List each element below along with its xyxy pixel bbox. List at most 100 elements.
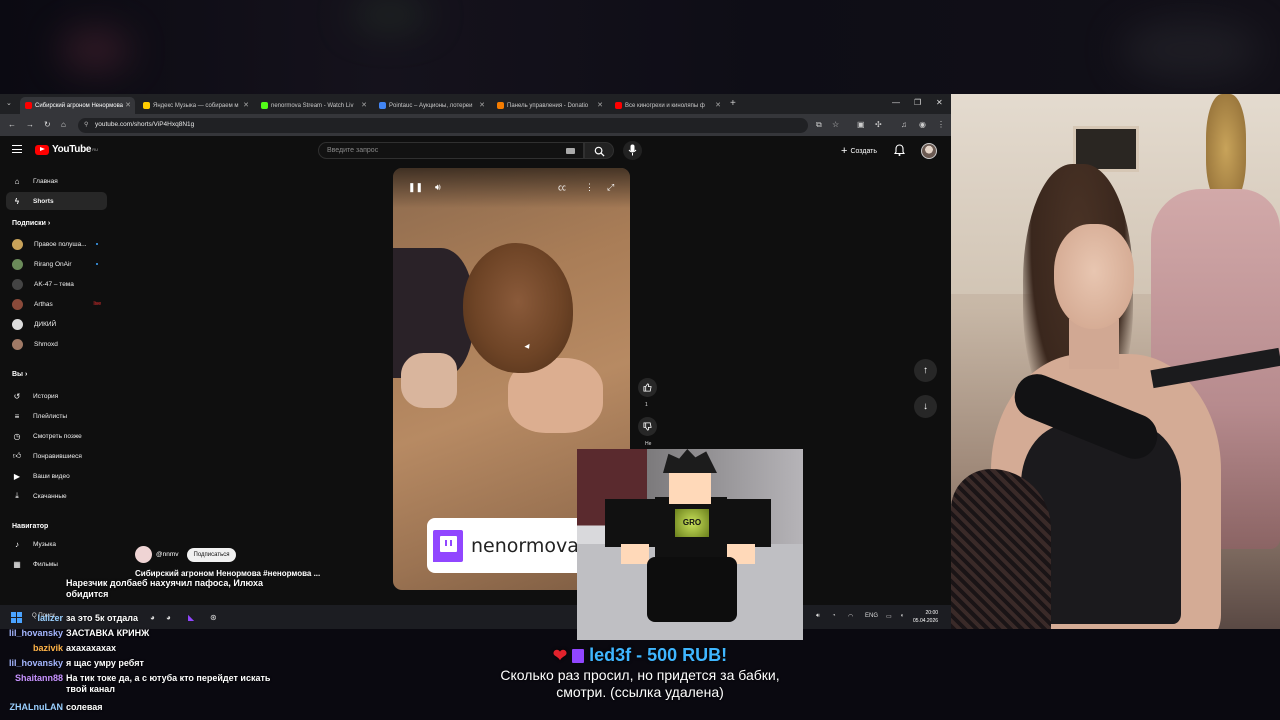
extension-icon[interactable]: ▣ [857, 120, 865, 129]
youtube-play-icon [35, 144, 49, 155]
close-tab-icon[interactable]: ✕ [479, 101, 485, 109]
home-icon[interactable]: ⌂ [61, 120, 66, 129]
more-options-icon[interactable]: ⋮ [585, 182, 594, 193]
sidebar-item-watch-later[interactable]: ◷ Смотреть позже [6, 427, 107, 445]
pause-icon[interactable]: ❚❚ [408, 182, 423, 193]
taskbar-clock[interactable]: 20:00 05.04.2026 [913, 609, 938, 625]
kebab-menu-icon[interactable]: ⋮ [937, 120, 945, 129]
wifi-tray-icon[interactable]: ◠ [848, 613, 853, 620]
new-content-dot [96, 243, 98, 245]
video-content [463, 243, 573, 373]
sidebar-item-home[interactable]: ⌂ Главная [6, 172, 107, 190]
site-info-icon[interactable]: ⚲ [84, 121, 88, 128]
tab-5[interactable]: Все киногрехи и киноляпы ф ✕ [610, 97, 725, 114]
like-button[interactable] [638, 378, 657, 397]
avatar-hand [621, 544, 649, 564]
subscribe-button[interactable]: Подписаться [186, 547, 237, 562]
volume-icon[interactable]: 🔊︎ [435, 182, 441, 193]
close-tab-icon[interactable]: ✕ [243, 101, 249, 109]
minimize-icon[interactable]: — [892, 98, 900, 107]
back-arrow-icon[interactable]: ← [8, 120, 16, 129]
create-button[interactable]: + Создать [835, 142, 883, 160]
volume-tray-icon[interactable]: 🔊︎ [816, 613, 820, 620]
video-icon: ▶ [13, 471, 21, 481]
profile-icon[interactable]: ◉ [919, 120, 926, 129]
new-tab-plus-icon[interactable]: + [730, 98, 736, 109]
install-app-icon[interactable]: ⧉ [816, 120, 822, 130]
channel-name[interactable]: @nnmv [156, 551, 179, 558]
captions-icon[interactable]: ㏄ [558, 182, 566, 193]
close-tab-icon[interactable]: ✕ [125, 101, 131, 109]
sidebar-item-playlists[interactable]: ≡ Плейлисты [6, 407, 107, 425]
tab-2[interactable]: nenormova Stream - Watch Liv ✕ [256, 97, 371, 114]
sidebar-item-music[interactable]: ♪ Музыка [6, 535, 107, 553]
search-button[interactable] [584, 142, 614, 159]
sidebar-item-label: Скачанные [33, 492, 67, 500]
channel-avatar[interactable] [135, 546, 152, 563]
kick-favicon-icon [261, 102, 268, 109]
sidebar-item-downloads[interactable]: ⤓ Скачанные [6, 487, 107, 505]
maximize-icon[interactable]: ❐ [914, 98, 921, 107]
puzzle-extensions-icon[interactable]: ✣ [875, 120, 882, 129]
avatar-legs [647, 557, 737, 622]
chat-username [0, 578, 66, 600]
hamburger-menu-icon[interactable] [12, 145, 22, 153]
account-avatar[interactable] [921, 143, 937, 159]
previous-short-button[interactable]: ↑ [914, 359, 937, 382]
subscriptions-header[interactable]: Подписки › [12, 220, 50, 227]
bookmark-star-icon[interactable]: ☆ [832, 120, 839, 129]
sidebar-item-history[interactable]: ↺ История [6, 387, 107, 405]
donation-header: ❤ led3f - 500 RUB! [553, 645, 727, 666]
language-indicator[interactable]: ENG [865, 613, 878, 619]
tab-search-icon[interactable]: ⌄ [6, 99, 12, 107]
tab-0[interactable]: Сибирский агроном Ненормова ✕ [20, 97, 135, 114]
sidebar-item-channel[interactable]: AK-47 – тема [6, 275, 107, 293]
search-placeholder: Введите запрос [327, 147, 379, 154]
stream-frame: ⌄ Сибирский агроном Ненормова ✕ Яндекс М… [0, 0, 1280, 720]
url-field[interactable]: ⚲ youtube.com/shorts/ViP4Hxq8N1g [78, 118, 808, 133]
sidebar-item-label: Смотреть позже [33, 432, 82, 440]
like-count: 1 [645, 402, 648, 408]
forward-arrow-icon[interactable]: → [26, 120, 34, 129]
tab-label: Панель управления - Donatio [507, 102, 589, 109]
tab-4[interactable]: Панель управления - Donatio ✕ [492, 97, 607, 114]
youtube-logo[interactable]: YouTube RU [35, 144, 98, 155]
voice-search-button[interactable] [623, 141, 642, 160]
close-tab-icon[interactable]: ✕ [361, 101, 367, 109]
sidebar-item-shorts[interactable]: ϟ Shorts [6, 192, 107, 210]
sidebar-item-channel[interactable]: Rirang OnAir [6, 255, 107, 273]
close-window-icon[interactable]: ✕ [936, 98, 943, 107]
tab-1[interactable]: Яндекс Музыка — собираем м ✕ [138, 97, 253, 114]
close-tab-icon[interactable]: ✕ [715, 101, 721, 109]
sidebar-item-channel[interactable]: Shmoxd [6, 335, 107, 353]
dislike-button[interactable] [638, 417, 657, 436]
you-header-label: Вы [12, 371, 24, 378]
avatar-arm [605, 499, 657, 547]
sidebar-item-liked[interactable]: 👍︎ Понравившиеся [6, 447, 107, 465]
browser-window: ⌄ Сибирский агроном Ненормова ✕ Яндекс М… [0, 94, 951, 629]
sidebar-item-channel[interactable]: ДИКИЙ [6, 315, 107, 333]
sidebar-item-channel[interactable]: Правое полуша... [6, 235, 107, 253]
media-control-icon[interactable]: ♫ [901, 120, 907, 129]
sidebar-item-label: История [33, 392, 59, 400]
yandex-music-favicon-icon [143, 102, 150, 109]
search-input[interactable]: Введите запрос [318, 142, 584, 159]
logo-region: RU [92, 147, 98, 152]
music-icon: ♪ [15, 539, 19, 549]
next-short-button[interactable]: ↓ [914, 395, 937, 418]
tray-icon[interactable]: ◔ [832, 613, 836, 619]
sound-tray-icon[interactable]: ◖ [900, 613, 904, 619]
stream-background-top [0, 0, 1280, 94]
tab-3[interactable]: Pointauc – Аукционы, лотереи ✕ [374, 97, 489, 114]
tab-label: Яндекс Музыка — собираем м [153, 102, 239, 109]
close-tab-icon[interactable]: ✕ [597, 101, 603, 109]
youtube-header: YouTube RU Введите запрос + Создать [0, 136, 951, 166]
you-header[interactable]: Вы › [12, 371, 27, 378]
fullscreen-icon[interactable]: ⤢ [607, 182, 614, 193]
network-tray-icon[interactable]: ▭ [886, 613, 892, 620]
sidebar-item-channel[interactable]: Arthas live [6, 295, 107, 313]
keyboard-icon[interactable] [566, 148, 575, 154]
sidebar-item-your-videos[interactable]: ▶ Ваши видео [6, 467, 107, 485]
notifications-bell-icon[interactable] [894, 144, 905, 156]
reload-icon[interactable]: ↻ [44, 120, 51, 129]
